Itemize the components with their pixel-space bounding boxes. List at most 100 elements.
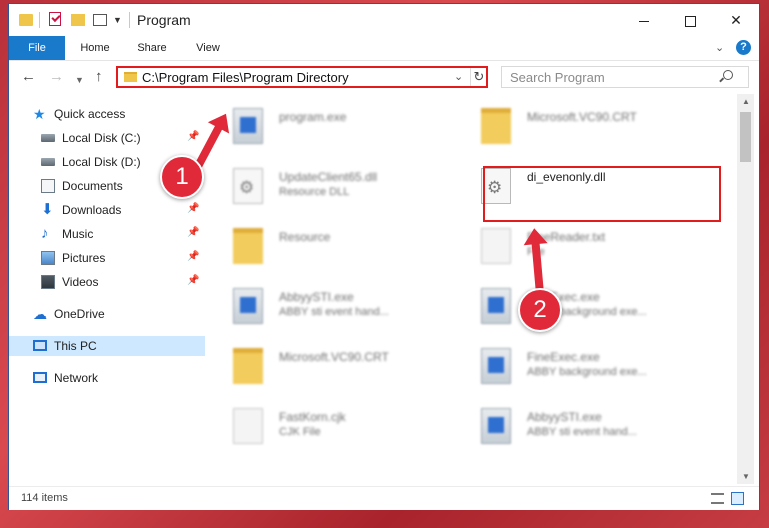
- file-item[interactable]: AbbyySTI.exe ABBY sti event hand...: [461, 400, 709, 454]
- text-icon: [481, 228, 511, 264]
- sidebar-item-label: Local Disk (C:): [62, 131, 141, 145]
- file-name: Microsoft.VC90.CRT: [279, 350, 389, 364]
- sidebar-item-videos[interactable]: Videos 📌: [9, 272, 205, 292]
- scroll-up-icon[interactable]: ▲: [742, 97, 750, 106]
- window-title: Program: [137, 12, 191, 28]
- sidebar-item-label: Downloads: [62, 203, 122, 217]
- sidebar-item-pictures[interactable]: Pictures 📌: [9, 248, 205, 268]
- file-item[interactable]: Resource: [213, 220, 461, 274]
- vertical-scrollbar[interactable]: ▲ ▼: [737, 94, 754, 484]
- computer-icon: [33, 340, 47, 351]
- text-icon: [233, 408, 263, 444]
- file-item[interactable]: FastKorn.cjk CJK File: [213, 400, 461, 454]
- pin-icon[interactable]: 📌: [187, 275, 199, 286]
- sidebar-item-local-disk-c[interactable]: Local Disk (C:) 📌: [9, 128, 205, 148]
- exe-icon: [481, 348, 511, 384]
- file-name: Microsoft.VC90.CRT: [527, 110, 637, 124]
- network-icon: [33, 372, 47, 383]
- properties-icon[interactable]: [93, 14, 107, 26]
- address-path[interactable]: C:\Program Files\Program Directory: [142, 70, 349, 85]
- address-bar[interactable]: C:\Program Files\Program Directory ⌄ ↻: [116, 66, 488, 88]
- file-item[interactable]: AbbyySTI.exe ABBY sti event hand...: [213, 280, 461, 334]
- divider: [129, 12, 130, 28]
- navigation-bar: ← → ▼ ↑ C:\Program Files\Program Directo…: [9, 61, 759, 93]
- exe-icon: [233, 288, 263, 324]
- file-item[interactable]: FineExec.exe ABBY background exe...: [461, 340, 709, 394]
- forward-arrow-icon[interactable]: →: [49, 69, 64, 85]
- maximize-button[interactable]: [667, 4, 713, 36]
- folder-icon: [233, 348, 263, 384]
- folder-icon: [481, 108, 511, 144]
- folder-icon: [19, 14, 33, 26]
- sidebar-item-onedrive[interactable]: ☁ OneDrive: [9, 304, 205, 324]
- file-item[interactable]: FineReader.txt File: [461, 220, 709, 274]
- file-item[interactable]: Microsoft.VC90.CRT: [213, 340, 461, 394]
- tab-file[interactable]: File: [9, 36, 65, 60]
- sidebar-item-label: Local Disk (D:): [62, 155, 141, 169]
- ribbon-expand-icon[interactable]: ⌄: [715, 41, 724, 54]
- properties-check-icon[interactable]: [49, 12, 61, 26]
- pictures-icon: [41, 251, 55, 265]
- new-folder-icon[interactable]: [71, 14, 85, 26]
- scroll-thumb[interactable]: [740, 112, 751, 162]
- sidebar-item-network[interactable]: Network: [9, 368, 205, 388]
- pin-icon[interactable]: 📌: [187, 203, 199, 214]
- tiles-view-icon[interactable]: [731, 492, 744, 505]
- exe-icon: [481, 288, 511, 324]
- sidebar-item-label: Documents: [62, 179, 123, 193]
- folder-icon: [124, 72, 137, 82]
- ribbon: File Home Share View ⌄ ?: [9, 36, 759, 61]
- close-button[interactable]: ✕: [713, 4, 759, 36]
- tab-share[interactable]: Share: [129, 36, 175, 60]
- close-icon: ✕: [730, 12, 742, 28]
- star-icon: ★: [33, 106, 46, 122]
- divider: [39, 12, 40, 28]
- search-input[interactable]: Search Program: [501, 66, 749, 88]
- minimize-button[interactable]: [621, 4, 667, 36]
- recent-locations-icon[interactable]: ▼: [75, 72, 84, 88]
- dll-icon: [233, 168, 263, 204]
- address-dropdown-icon[interactable]: ⌄: [454, 70, 463, 83]
- music-icon: ♪: [41, 225, 49, 242]
- file-description: CJK File: [279, 426, 321, 438]
- file-item[interactable]: Microsoft.VC90.CRT: [461, 100, 709, 154]
- pin-icon[interactable]: 📌: [187, 131, 199, 142]
- file-description: ABBY sti event hand...: [279, 306, 389, 318]
- file-name: UpdateClient65.dll: [279, 170, 378, 184]
- explorer-window: ▼ Program ✕ File Home Share View ⌄ ? ← →…: [9, 4, 759, 510]
- videos-icon: [41, 275, 55, 289]
- pin-icon[interactable]: 📌: [187, 227, 199, 238]
- details-view-icon[interactable]: [711, 493, 724, 504]
- file-description: ABBY background exe...: [527, 366, 647, 378]
- quick-access-dropdown-icon[interactable]: ▼: [113, 15, 122, 31]
- sidebar-item-this-pc[interactable]: This PC: [9, 336, 205, 356]
- tab-view[interactable]: View: [185, 36, 231, 60]
- sidebar-item-label: This PC: [54, 339, 97, 353]
- tab-home[interactable]: Home: [71, 36, 119, 60]
- sidebar-item-quick-access[interactable]: ★ Quick access: [9, 104, 205, 124]
- scroll-down-icon[interactable]: ▼: [742, 472, 750, 481]
- sidebar-item-music[interactable]: ♪ Music 📌: [9, 224, 205, 244]
- status-bar: 114 items: [9, 486, 759, 510]
- file-item[interactable]: UpdateClient65.dll Resource DLL: [213, 160, 461, 214]
- back-arrow-icon[interactable]: ←: [21, 69, 36, 85]
- folder-icon: [233, 228, 263, 264]
- file-name: FineExec.exe: [527, 350, 600, 364]
- maximize-icon: [684, 15, 696, 27]
- file-item[interactable]: program.exe: [213, 100, 461, 154]
- up-arrow-icon[interactable]: ↑: [95, 69, 103, 85]
- sidebar-item-label: Music: [62, 227, 94, 241]
- step-badge-2: 2: [518, 288, 562, 332]
- dll-highlight-box: [483, 166, 721, 222]
- step-badge-1: 1: [160, 155, 204, 199]
- navigation-pane: ★ Quick access Local Disk (C:) 📌 Local D…: [9, 94, 205, 484]
- pin-icon[interactable]: 📌: [187, 251, 199, 262]
- help-icon[interactable]: ?: [736, 40, 751, 55]
- file-item[interactable]: FineExec.exe ABBY background exe...: [461, 280, 709, 334]
- sidebar-item-downloads[interactable]: ⬇ Downloads 📌: [9, 200, 205, 220]
- file-name: Resource: [279, 230, 331, 244]
- download-icon: ⬇: [41, 201, 54, 218]
- file-list: program.exe Microsoft.VC90.CRT UpdateCli…: [213, 94, 737, 484]
- refresh-icon[interactable]: ↻: [470, 68, 487, 86]
- sidebar-item-label: Videos: [62, 275, 99, 289]
